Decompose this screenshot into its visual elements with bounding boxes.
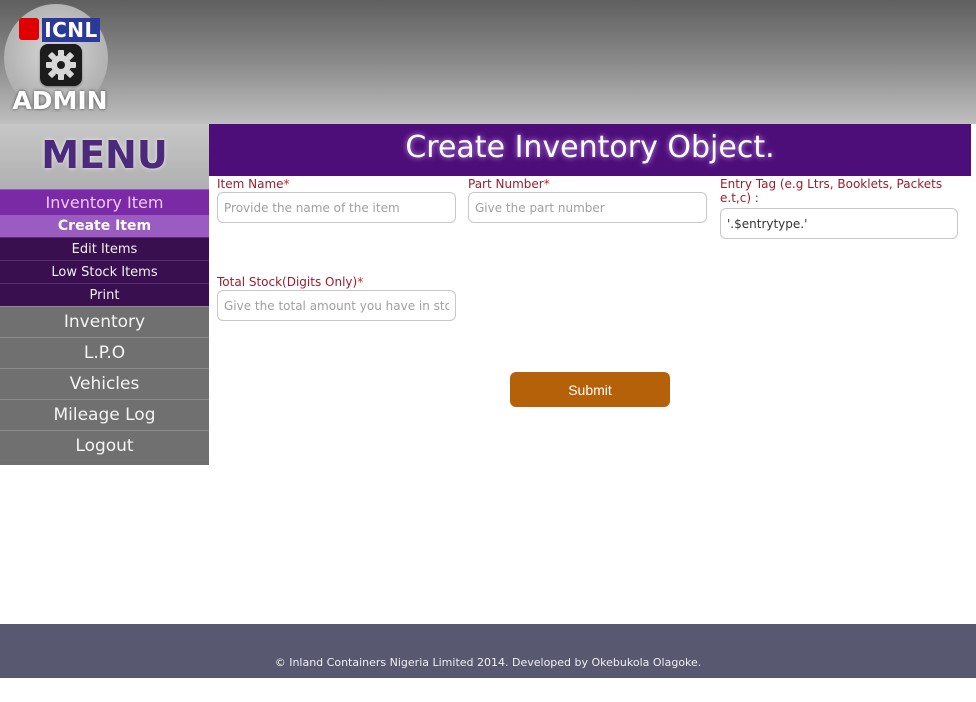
nav-item-lpo[interactable]: L.P.O xyxy=(0,337,209,368)
entry-tag-input[interactable] xyxy=(720,208,958,239)
nav-item-logout[interactable]: Logout xyxy=(0,430,209,461)
item-name-input[interactable] xyxy=(217,192,456,223)
required-marker: * xyxy=(543,177,550,191)
nav-item-mileage-log[interactable]: Mileage Log xyxy=(0,399,209,430)
part-number-label: Part Number* xyxy=(468,177,550,191)
gear-icon xyxy=(40,44,82,86)
part-number-input[interactable] xyxy=(468,192,707,223)
required-marker: * xyxy=(357,275,364,289)
admin-logo[interactable]: ICNL ADMIN xyxy=(4,4,108,115)
sidebar-item-low-stock-items[interactable]: Low Stock Items xyxy=(0,260,209,283)
sidebar-item-print[interactable]: Print xyxy=(0,283,209,306)
sidebar-item-create-item[interactable]: Create Item xyxy=(0,215,209,237)
total-stock-label: Total Stock(Digits Only)* xyxy=(217,275,363,289)
footer-text: © Inland Containers Nigeria Limited 2014… xyxy=(274,656,702,669)
submit-button[interactable]: Submit xyxy=(510,372,670,407)
footer: © Inland Containers Nigeria Limited 2014… xyxy=(0,624,976,678)
sidebar: MENU Inventory Item Create Item Edit Ite… xyxy=(0,124,209,465)
nav-item-vehicles[interactable]: Vehicles xyxy=(0,368,209,399)
item-name-label: Item Name* xyxy=(217,177,290,191)
page-title: Create Inventory Object. xyxy=(209,124,971,176)
item-name-label-text: Item Name xyxy=(217,177,284,191)
part-number-label-text: Part Number xyxy=(468,177,544,191)
sidebar-section-inventory-item[interactable]: Inventory Item xyxy=(0,189,209,215)
total-stock-label-text: Total Stock(Digits Only) xyxy=(217,275,358,289)
logo-red-mark xyxy=(19,18,39,40)
menu-title: MENU xyxy=(0,124,209,189)
header xyxy=(0,0,976,124)
required-marker: * xyxy=(283,177,290,191)
nav-item-inventory[interactable]: Inventory xyxy=(0,306,209,337)
total-stock-input[interactable] xyxy=(217,290,456,321)
sidebar-item-edit-items[interactable]: Edit Items xyxy=(0,237,209,260)
logo-brand: ICNL xyxy=(42,18,100,42)
entry-tag-label: Entry Tag (e.g Ltrs, Booklets, Packets e… xyxy=(720,177,943,205)
logo-admin-label: ADMIN xyxy=(12,86,108,115)
